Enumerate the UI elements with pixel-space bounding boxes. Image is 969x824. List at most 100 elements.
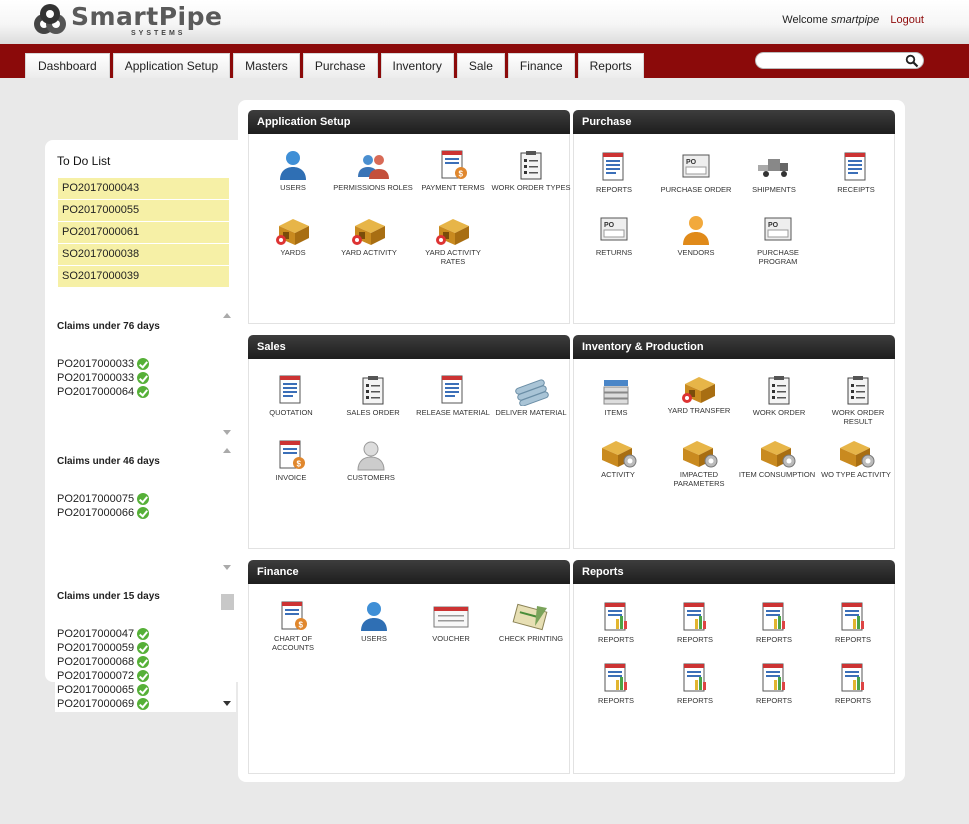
todo-item[interactable]: PO2017000043 [58,178,229,199]
tab-purchase[interactable]: Purchase [302,53,378,78]
report-link[interactable]: Reports [576,662,656,705]
claims-46-box: Claims under 46 days PO2017000075 PO2017… [55,442,235,577]
logout-link[interactable]: Logout [890,14,924,26]
tab-inventory[interactable]: Inventory [380,53,454,78]
claim-row[interactable]: PO2017000072 [57,669,150,683]
claim-row[interactable]: PO2017000069 [57,697,150,711]
release-material-link[interactable]: Release Material [413,374,493,417]
permissions-roles-link[interactable]: Permissions Roles [333,149,413,192]
yard-activity-rates-link[interactable]: Yard Activity Rates [413,214,493,266]
todo-title: To Do List [57,154,111,168]
scroll-thumb[interactable] [221,594,234,610]
purchase-program-link[interactable]: Purchase Program [738,214,818,266]
check-icon [137,507,150,519]
yards-link[interactable]: Yards [253,214,333,257]
item-consumption-link[interactable]: Item Consumption [737,436,817,479]
tab-reports[interactable]: Reports [577,53,644,78]
report-link[interactable]: Reports [734,662,814,705]
claim-row[interactable]: PO2017000075 [57,492,150,506]
claim-row[interactable]: PO2017000047 [57,627,150,641]
items-link[interactable]: Items [576,374,656,417]
claims-title: Claims under 46 days [57,456,160,467]
module-header: Reports [573,560,895,584]
report-link[interactable]: Reports [813,662,893,705]
claim-row[interactable]: PO2017000068 [57,655,150,669]
report-link[interactable]: Reports [813,601,893,644]
users-link[interactable]: Users [253,149,333,192]
voucher-link[interactable]: Voucher [411,600,491,643]
customers-link[interactable]: Customers [331,439,411,482]
activity-link[interactable]: Activity [578,436,658,479]
user-group-icon [357,149,389,181]
report-link[interactable]: Reports [655,662,735,705]
clipboard-icon [515,149,547,181]
tab-sale[interactable]: Sale [456,53,505,78]
module-purchase: Purchase Reports Purchase Order Shipment… [573,110,895,324]
payment-terms-link[interactable]: Payment Terms [413,149,493,192]
returns-link[interactable]: Returns [574,214,654,257]
todo-item[interactable]: SO2017000038 [58,244,229,265]
report-link[interactable]: Reports [734,601,814,644]
claims-76-box: Claims under 76 days PO2017000033 PO2017… [55,307,235,442]
check-icon [137,628,150,640]
scroll-down-icon[interactable] [223,565,231,570]
report-link[interactable]: Reports [576,601,656,644]
claim-row[interactable]: PO2017000033 [57,371,150,385]
purchase-order-link[interactable]: Purchase Order [656,151,736,194]
items-icon [600,374,632,406]
scroll-up-icon[interactable] [223,448,231,453]
claims-15-box: Claims under 15 days PO2017000047 PO2017… [55,577,235,712]
search-icon[interactable] [905,54,919,68]
work-order-result-link[interactable]: Work Order Result [818,374,898,426]
yard-activity-link[interactable]: Yard Activity [329,214,409,257]
claims-76-scrollbar[interactable] [219,307,236,442]
scroll-down-icon[interactable] [223,430,231,435]
main-nav: Dashboard Application Setup Masters Purc… [0,44,969,78]
chart-of-accounts-link[interactable]: Chart of Accounts [253,600,333,652]
claim-row[interactable]: PO2017000059 [57,641,150,655]
finance-users-link[interactable]: Users [334,600,414,643]
tab-dashboard[interactable]: Dashboard [25,53,110,78]
tab-application-setup[interactable]: Application Setup [112,53,231,78]
tab-finance[interactable]: Finance [507,53,575,78]
claim-row[interactable]: PO2017000065 [57,683,150,697]
work-order-icon [763,374,795,406]
receipts-link[interactable]: Receipts [816,151,896,194]
scroll-up-icon[interactable] [223,313,231,318]
claims-46-scrollbar[interactable] [219,442,236,577]
check-icon [137,656,150,668]
logo[interactable]: SmartPipe SYSTEMS [32,3,222,39]
truck-icon [754,151,794,183]
claim-row[interactable]: PO2017000064 [57,385,150,399]
chart-of-accounts-icon [277,600,309,632]
todo-item[interactable]: PO2017000061 [58,222,229,243]
check-printing-link[interactable]: Check Printing [491,600,571,643]
todo-item[interactable]: SO2017000039 [58,266,229,287]
impacted-parameters-link[interactable]: Impacted Parameters [659,436,739,488]
shipments-link[interactable]: Shipments [734,151,814,194]
scroll-down-icon[interactable] [223,701,231,706]
purchase-reports-link[interactable]: Reports [574,151,654,194]
item-consumption-icon [757,436,797,468]
claim-row[interactable]: PO2017000066 [57,506,150,520]
activity-icon [598,436,638,468]
deliver-material-link[interactable]: Deliver Material [491,374,571,417]
quotation-link[interactable]: Quotation [251,374,331,417]
module-finance: Finance Chart of Accounts Users Voucher … [248,560,570,774]
report-link[interactable]: Reports [655,601,735,644]
claim-row[interactable]: PO2017000033 [57,357,150,371]
claim-number: PO2017000072 [57,670,135,682]
claims-15-scrollbar[interactable] [219,577,236,712]
work-order-link[interactable]: Work Order [739,374,819,417]
search-input[interactable] [764,53,904,68]
module-inventory-production: Inventory & Production Items Yard Transf… [573,335,895,549]
tab-masters[interactable]: Masters [233,53,300,78]
logo-subtitle: SYSTEMS [131,30,186,37]
yard-transfer-link[interactable]: Yard Transfer [659,372,739,415]
vendors-link[interactable]: Vendors [656,214,736,257]
work-order-types-link[interactable]: Work Order Types [491,149,571,192]
invoice-link[interactable]: Invoice [251,439,331,482]
wo-type-activity-link[interactable]: WO Type Activity [816,436,896,479]
sales-order-link[interactable]: Sales Order [333,374,413,417]
todo-item[interactable]: PO2017000055 [58,200,229,221]
